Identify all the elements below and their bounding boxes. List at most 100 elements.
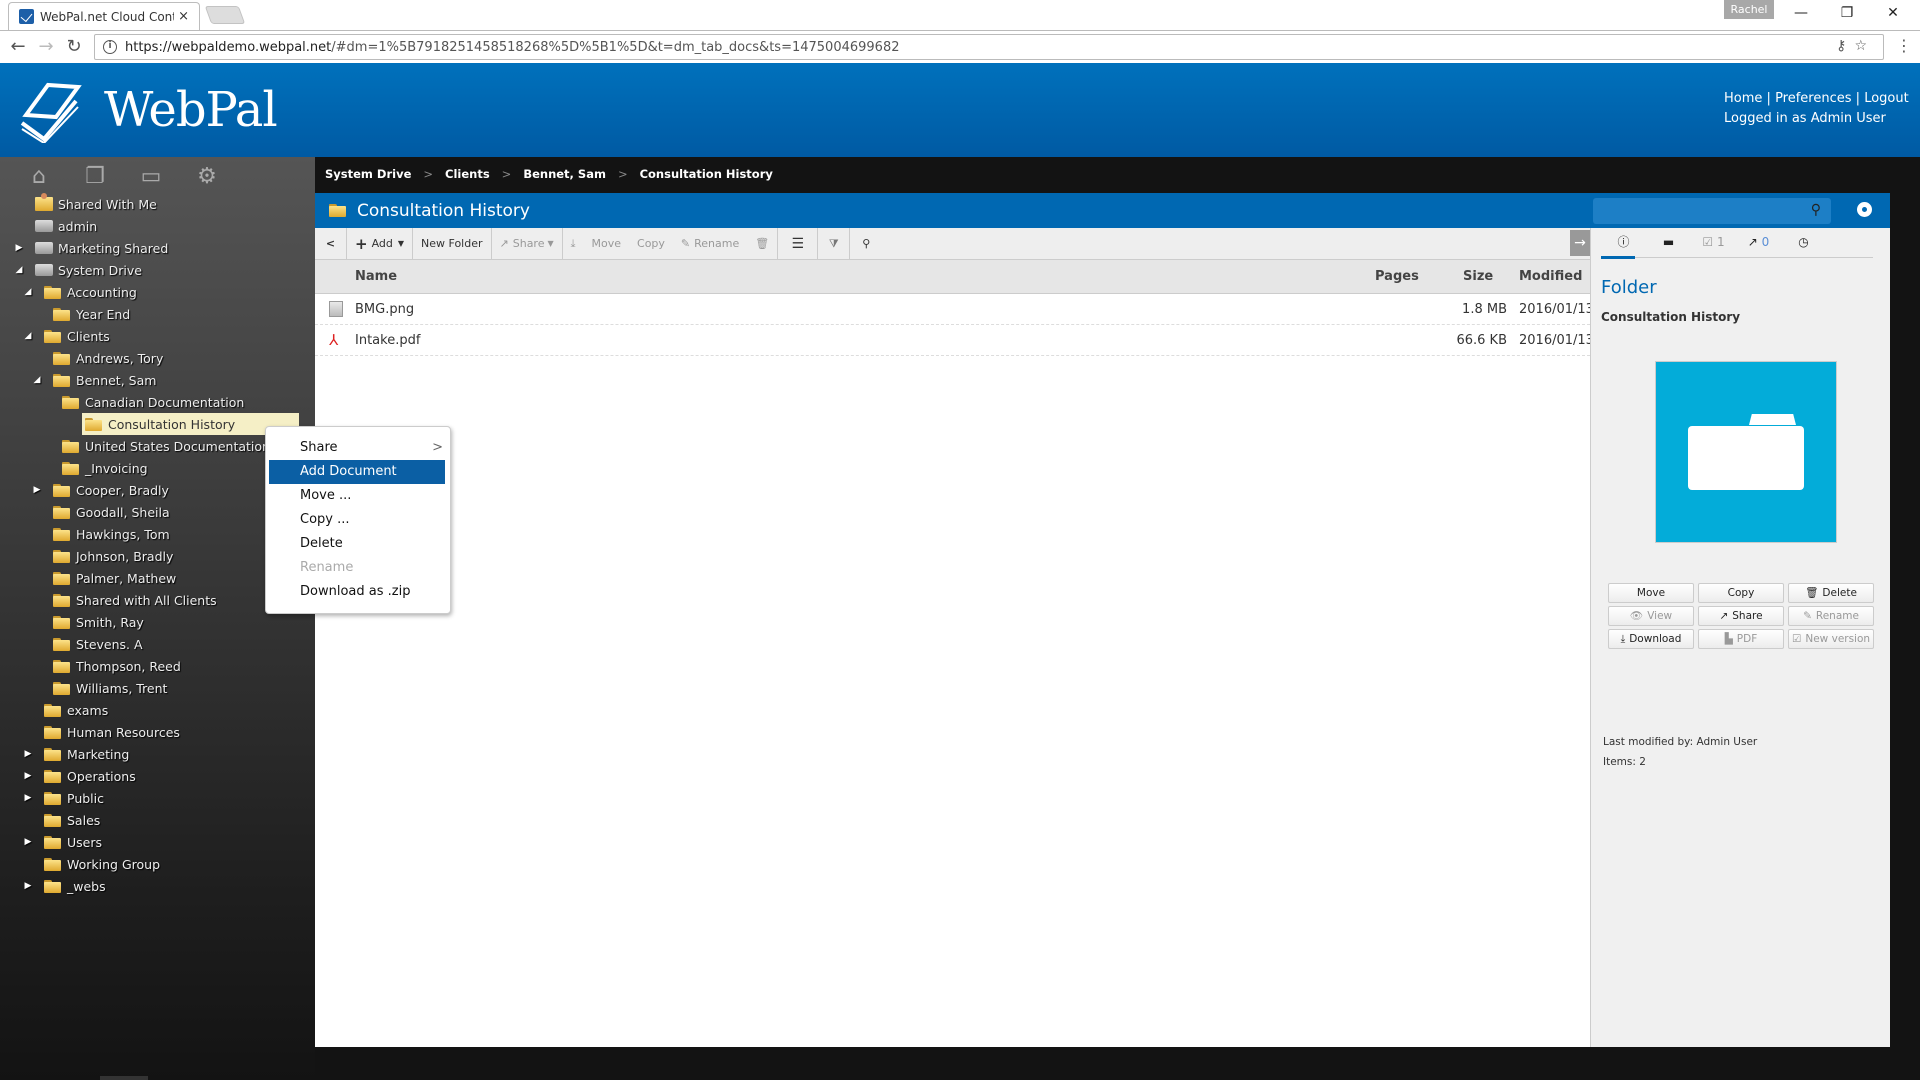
menu-item-add-document[interactable]: Add Document [269,460,445,484]
tree-node[interactable]: admin [0,215,315,237]
tree-node[interactable]: ▶ _webs [0,875,315,897]
profile-badge[interactable]: Rachel [1724,0,1774,19]
info-icon[interactable]: i [103,40,117,54]
breadcrumb-item[interactable]: System Drive [325,167,411,181]
expand-arrow-icon[interactable]: ▶ [23,837,33,847]
gear-icon[interactable]: ⚙ [195,165,219,189]
new-tab-button[interactable] [204,6,246,24]
url-input[interactable]: i https://webpaldemo.webpal.net/#dm=1%5B… [94,34,1884,60]
table-row[interactable]: ⅄ Intake.pdf 66.6 KB 2016/01/13 [315,325,1594,356]
tree-node[interactable]: Canadian Documentation [0,391,315,413]
expand-arrow-icon[interactable]: ▶ [23,881,33,891]
filter-button[interactable]: ⧩ [818,227,851,260]
tree-node[interactable]: ▶ Marketing Shared [0,237,315,259]
key-icon[interactable]: ⚷ [1836,38,1854,54]
column-size[interactable]: Size [1463,269,1493,284]
column-modified[interactable]: Modified [1519,269,1582,284]
tree-node[interactable]: Shared With Me [0,193,315,215]
tree-node[interactable]: ▶ Marketing [0,743,315,765]
tree-node[interactable]: ◢ System Drive [0,259,315,281]
home-icon[interactable]: ⌂ [27,165,51,189]
collapse-panel-button[interactable]: → [1570,230,1590,256]
tree-node[interactable]: Stevens. A [0,633,315,655]
documents-icon[interactable]: ❐ [83,165,107,189]
search-button[interactable]: ⚲ [850,228,882,260]
settings-icon[interactable] [1857,202,1872,217]
collapse-arrow-icon[interactable]: ◢ [14,265,24,275]
star-icon[interactable]: ☆ [1854,38,1875,54]
menu-item-delete[interactable]: Delete [269,532,445,556]
move-button[interactable]: Move [584,228,630,260]
collapse-arrow-icon[interactable]: ◢ [23,331,33,341]
column-name[interactable]: Name [355,269,397,284]
menu-item-copy[interactable]: Copy ... [269,508,445,532]
tree-node[interactable]: ▶ Users [0,831,315,853]
delete-button[interactable]: 🗑 [747,227,779,260]
tree-node[interactable]: Williams, Trent [0,677,315,699]
back-button[interactable]: < [315,227,347,260]
tab-info[interactable]: ⓘ [1601,228,1646,259]
close-window-button[interactable]: ✕ [1870,0,1916,28]
menu-item-share[interactable]: Share > [269,436,445,460]
tree-node[interactable]: Year End [0,303,315,325]
tree-node[interactable]: ◢ Bennet, Sam [0,369,315,391]
back-arrow-icon[interactable]: ← [6,36,30,57]
tab-tasks[interactable]: ☑ 1 [1691,228,1736,258]
tree-node[interactable]: Human Resources [0,721,315,743]
menu-item-rename[interactable]: Rename [269,556,445,580]
expand-arrow-icon[interactable]: ▶ [23,793,33,803]
copy-button[interactable]: Copy [629,228,673,260]
download-action-button[interactable]: ⤓ Download [1608,629,1694,649]
forward-arrow-icon[interactable]: → [34,36,58,57]
rename-button[interactable]: ✎ Rename [673,228,747,260]
tree-node[interactable]: ▶ Operations [0,765,315,787]
tree-node[interactable]: Sales [0,809,315,831]
view-action-button[interactable]: 👁 View [1608,606,1694,626]
minimize-button[interactable]: — [1778,0,1824,28]
webpal-logo[interactable]: WebPal [18,77,278,143]
column-pages[interactable]: Pages [1375,269,1419,284]
tree-node[interactable]: Smith, Ray [0,611,315,633]
tree-node[interactable]: ◢ Clients [0,325,315,347]
tab-shares[interactable]: ↗ 0 [1736,228,1781,258]
breadcrumb-item[interactable]: Consultation History [640,167,773,181]
file-name[interactable]: BMG.png [355,302,414,317]
table-row[interactable]: BMG.png 1.8 MB 2016/01/13 [315,294,1594,325]
tree-node[interactable]: ▶ Public [0,787,315,809]
tab-comments[interactable]: ▬ [1646,228,1691,258]
share-button[interactable]: ↗ Share ▼ [492,227,563,260]
reload-icon[interactable]: ↻ [62,36,86,57]
move-action-button[interactable]: Move [1608,583,1694,603]
search-input[interactable]: ⚲ [1593,198,1831,224]
expand-arrow-icon[interactable]: ▶ [32,485,42,495]
expand-arrow-icon[interactable]: ▶ [23,749,33,759]
tree-node[interactable]: Thompson, Reed [0,655,315,677]
expand-arrow-icon[interactable]: ▶ [23,771,33,781]
restore-button[interactable]: ❐ [1824,0,1870,28]
tree-node[interactable]: Working Group [0,853,315,875]
monitor-icon[interactable]: ▭ [139,165,163,189]
menu-item-download-as-zip[interactable]: Download as .zip [269,580,445,604]
new-version-action-button[interactable]: ☑ New version [1788,629,1874,649]
browser-tab[interactable]: WebPal.net Cloud Conte × [8,2,200,30]
new-folder-button[interactable]: New Folder [413,227,492,260]
breadcrumb-item[interactable]: Clients [445,167,490,181]
tab-close-icon[interactable]: × [178,9,189,24]
add-button[interactable]: + Add ▼ [347,227,414,260]
share-action-button[interactable]: ↗ Share [1698,606,1784,626]
tab-history[interactable]: ◷ [1781,228,1826,258]
expand-arrow-icon[interactable]: ▶ [14,243,24,253]
tree-node[interactable]: Andrews, Tory [0,347,315,369]
collapse-arrow-icon[interactable]: ◢ [23,287,33,297]
tree-node[interactable]: ◢ Accounting [0,281,315,303]
home-link[interactable]: Home [1724,91,1762,106]
preferences-link[interactable]: Preferences [1775,91,1851,106]
download-button[interactable]: ⤓ [563,228,584,260]
breadcrumb-item[interactable]: Bennet, Sam [523,167,606,181]
browser-menu-icon[interactable]: ⋮ [1896,36,1912,55]
search-icon[interactable]: ⚲ [1811,202,1821,218]
copy-action-button[interactable]: Copy [1698,583,1784,603]
tree-node[interactable]: exams [0,699,315,721]
menu-item-move[interactable]: Move ... [269,484,445,508]
list-view-button[interactable]: ☰ [778,227,819,260]
